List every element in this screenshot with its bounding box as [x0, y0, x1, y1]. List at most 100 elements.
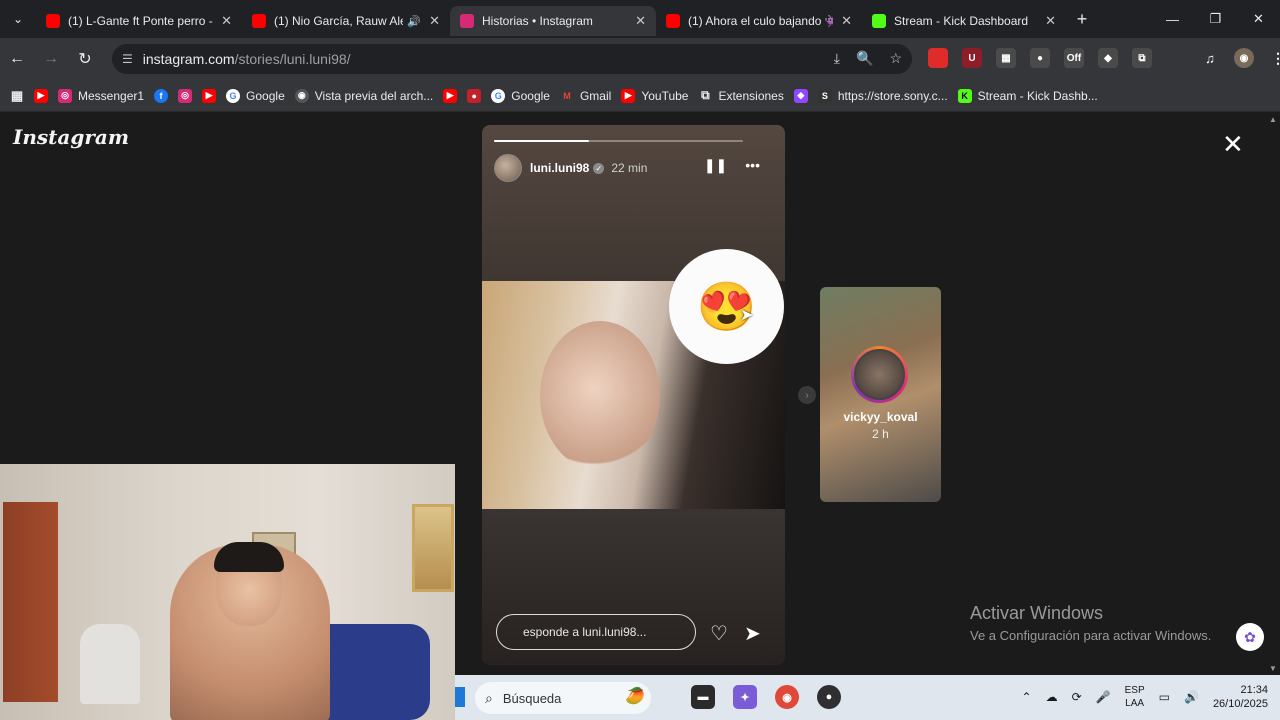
bookmark-vista-previa[interactable]: ◉ Vista previa del arch... [294, 88, 433, 103]
bookmark-messenger1[interactable]: ◎ Messenger1 [58, 88, 145, 103]
like-heart-icon[interactable]: ♡ [710, 621, 728, 646]
minimize-button[interactable]: — [1151, 0, 1194, 38]
new-tab-button[interactable]: + [1066, 9, 1098, 30]
mouse-cursor-icon: ➤ [740, 307, 754, 324]
emoji-reaction-bubble[interactable]: 😍 [669, 249, 784, 364]
webcam-door [3, 502, 58, 702]
bookmark-twitch[interactable]: ◆ [793, 88, 808, 103]
profile-avatar-icon[interactable]: ◉ [1234, 48, 1254, 68]
bookmark-label: Messenger1 [78, 88, 145, 103]
bookmark-youtube-2[interactable]: ▶ [202, 88, 217, 103]
tab-title: Stream - Kick Dashboard [894, 14, 1029, 28]
story-author-username[interactable]: luni.luni98 [530, 161, 589, 175]
apps-grid-icon: ▦ [10, 87, 24, 103]
install-app-icon[interactable]: ⤓ [834, 50, 840, 67]
tab-close-icon[interactable]: ✕ [635, 13, 646, 29]
bookmark-sony-store[interactable]: Shttps://store.sony.c... [817, 88, 948, 103]
browser-tab-1[interactable]: (1) L-Gante ft Ponte perro - I ✕ [36, 6, 242, 36]
bookmark-extensiones[interactable]: ⧉ Extensiones [698, 88, 784, 103]
volume-icon[interactable]: 🔊 [1184, 690, 1199, 704]
story-reply-input[interactable]: esponde a luni.luni98... [496, 614, 696, 650]
story-author-avatar[interactable] [494, 154, 522, 182]
forward-button[interactable]: → [34, 50, 68, 68]
tab-title: (1) L-Gante ft Ponte perro - I [68, 14, 214, 28]
ublock-icon[interactable]: U [962, 48, 982, 68]
tab-title: (1) Ahora el culo bajando 👾 [688, 14, 834, 28]
copilot-floating-icon[interactable]: ✿ [1236, 623, 1264, 651]
copilot-icon[interactable]: ✦ [733, 685, 757, 709]
media-control-icon[interactable]: ♫ [1200, 48, 1220, 68]
bookmark-youtube[interactable]: ▶ YouTube [621, 88, 688, 103]
bookmark-google-2[interactable]: G Google [491, 88, 550, 103]
youtube-icon: ▶ [621, 88, 636, 103]
tray-overflow-chevron-icon[interactable]: ⌃ [1022, 690, 1032, 704]
network-display-icon[interactable]: ▭ [1159, 690, 1170, 704]
page-scrollbar[interactable]: ▲ ▼ [1266, 113, 1280, 675]
extension-dot-icon[interactable]: ● [1030, 48, 1050, 68]
extension-diamond-icon[interactable]: ◆ [1098, 48, 1118, 68]
address-bar[interactable]: ☰ instagram.com/stories/luni.luni98/ ⤓ 🔍… [112, 44, 912, 74]
bookmark-label: Google [246, 88, 285, 103]
more-options-icon[interactable]: ••• [745, 157, 760, 174]
youtube-icon: ▶ [443, 88, 458, 103]
tab-title: Historias • Instagram [482, 14, 593, 28]
scroll-up-icon[interactable]: ▲ [1269, 115, 1277, 124]
windows-start-icon[interactable] [455, 687, 465, 707]
bookmark-facebook[interactable]: f [154, 88, 169, 103]
browser-tab-5[interactable]: Stream - Kick Dashboard ✕ [862, 6, 1066, 36]
sync-icon[interactable]: ⟳ [1072, 690, 1082, 704]
browser-menu-icon[interactable]: ⋮ [1268, 48, 1280, 68]
zoom-icon[interactable]: 🔍 [856, 50, 873, 67]
obs-icon[interactable]: ● [817, 685, 841, 709]
youtube-icon [46, 14, 60, 28]
extensions-puzzle-icon[interactable]: ⧉ [1132, 48, 1152, 68]
bookmark-youtube-1[interactable]: ▶ [34, 88, 48, 103]
tab-close-icon[interactable]: ✕ [841, 13, 852, 29]
bookmark-star-icon[interactable]: ☆ [889, 50, 902, 67]
tab-close-icon[interactable]: ✕ [221, 13, 232, 29]
send-direct-icon[interactable]: ➤ [744, 621, 761, 646]
tab-title: (1) Nio García, Rauw Ale [274, 14, 404, 28]
tab-close-icon[interactable]: ✕ [1045, 13, 1056, 29]
keyboard-layout: LAA [1125, 698, 1145, 709]
audio-playing-icon[interactable]: 🔊 [407, 15, 421, 28]
bookmark-kick[interactable]: K Stream - Kick Dashb... [957, 88, 1098, 103]
close-window-button[interactable]: ✕ [1237, 0, 1280, 38]
tab-close-icon[interactable]: ✕ [429, 13, 440, 29]
tab-search-button[interactable]: ⌄ [0, 0, 36, 38]
windows-taskbar: ⌕ Búsqueda 🥭 ▬ ✦ ◉ ● ⌃ ☁ ⟳ 🎤 ESP LAA ▭ 🔊… [455, 675, 1280, 720]
bookmark-gmail[interactable]: M Gmail [560, 89, 611, 103]
microphone-icon[interactable]: 🎤 [1096, 690, 1111, 704]
browser-tab-4[interactable]: (1) Ahora el culo bajando 👾 ✕ [656, 6, 862, 36]
onedrive-cloud-icon[interactable]: ☁ [1046, 690, 1058, 704]
taskbar-clock[interactable]: 21:34 26/10/2025 [1213, 683, 1268, 711]
instagram-logo[interactable]: Instagram [13, 125, 129, 149]
taskbar-search-box[interactable]: ⌕ Búsqueda 🥭 [475, 682, 651, 714]
apps-shortcut[interactable]: ▦ [10, 87, 24, 103]
bookmark-red-app[interactable]: ● [467, 88, 482, 103]
back-button[interactable]: ← [0, 50, 34, 68]
scroll-down-icon[interactable]: ▼ [1269, 664, 1277, 673]
pause-icon[interactable]: ❚❚ [704, 157, 727, 174]
story-progress-fill [494, 140, 589, 142]
chrome-icon[interactable]: ◉ [775, 685, 799, 709]
extension-off-icon[interactable]: Off [1064, 48, 1084, 68]
bookmark-instagram[interactable]: ◎ [178, 88, 193, 103]
restore-button[interactable]: ❐ [1194, 0, 1237, 38]
extension-red-icon[interactable] [928, 48, 948, 68]
reload-button[interactable]: ↻ [68, 49, 102, 69]
active-story[interactable]: luni.luni98 ✓ 22 min ❚❚ ••• 😍 ➤ esponde … [482, 125, 785, 665]
browser-toolbar: ← → ↻ ☰ instagram.com/stories/luni.luni9… [0, 38, 1280, 80]
bookmark-google-1[interactable]: G Google [226, 88, 285, 103]
file-explorer-icon[interactable]: ▬ [691, 685, 715, 709]
browser-tab-2[interactable]: (1) Nio García, Rauw Ale 🔊 ✕ [242, 6, 450, 36]
site-info-icon[interactable]: ☰ [122, 52, 133, 66]
browser-tab-3-active[interactable]: Historias • Instagram ✕ [450, 6, 656, 36]
next-story-arrow-icon[interactable]: › [798, 386, 816, 404]
next-story-preview[interactable]: vickyy_koval 2 h [820, 287, 941, 502]
bookmark-youtube-3[interactable]: ▶ [443, 88, 458, 103]
input-language-indicator[interactable]: ESP LAA [1125, 684, 1145, 710]
youtube-icon [666, 14, 680, 28]
close-stories-button[interactable]: ✕ [1222, 129, 1244, 160]
extension-grid-icon[interactable]: ▦ [996, 48, 1016, 68]
